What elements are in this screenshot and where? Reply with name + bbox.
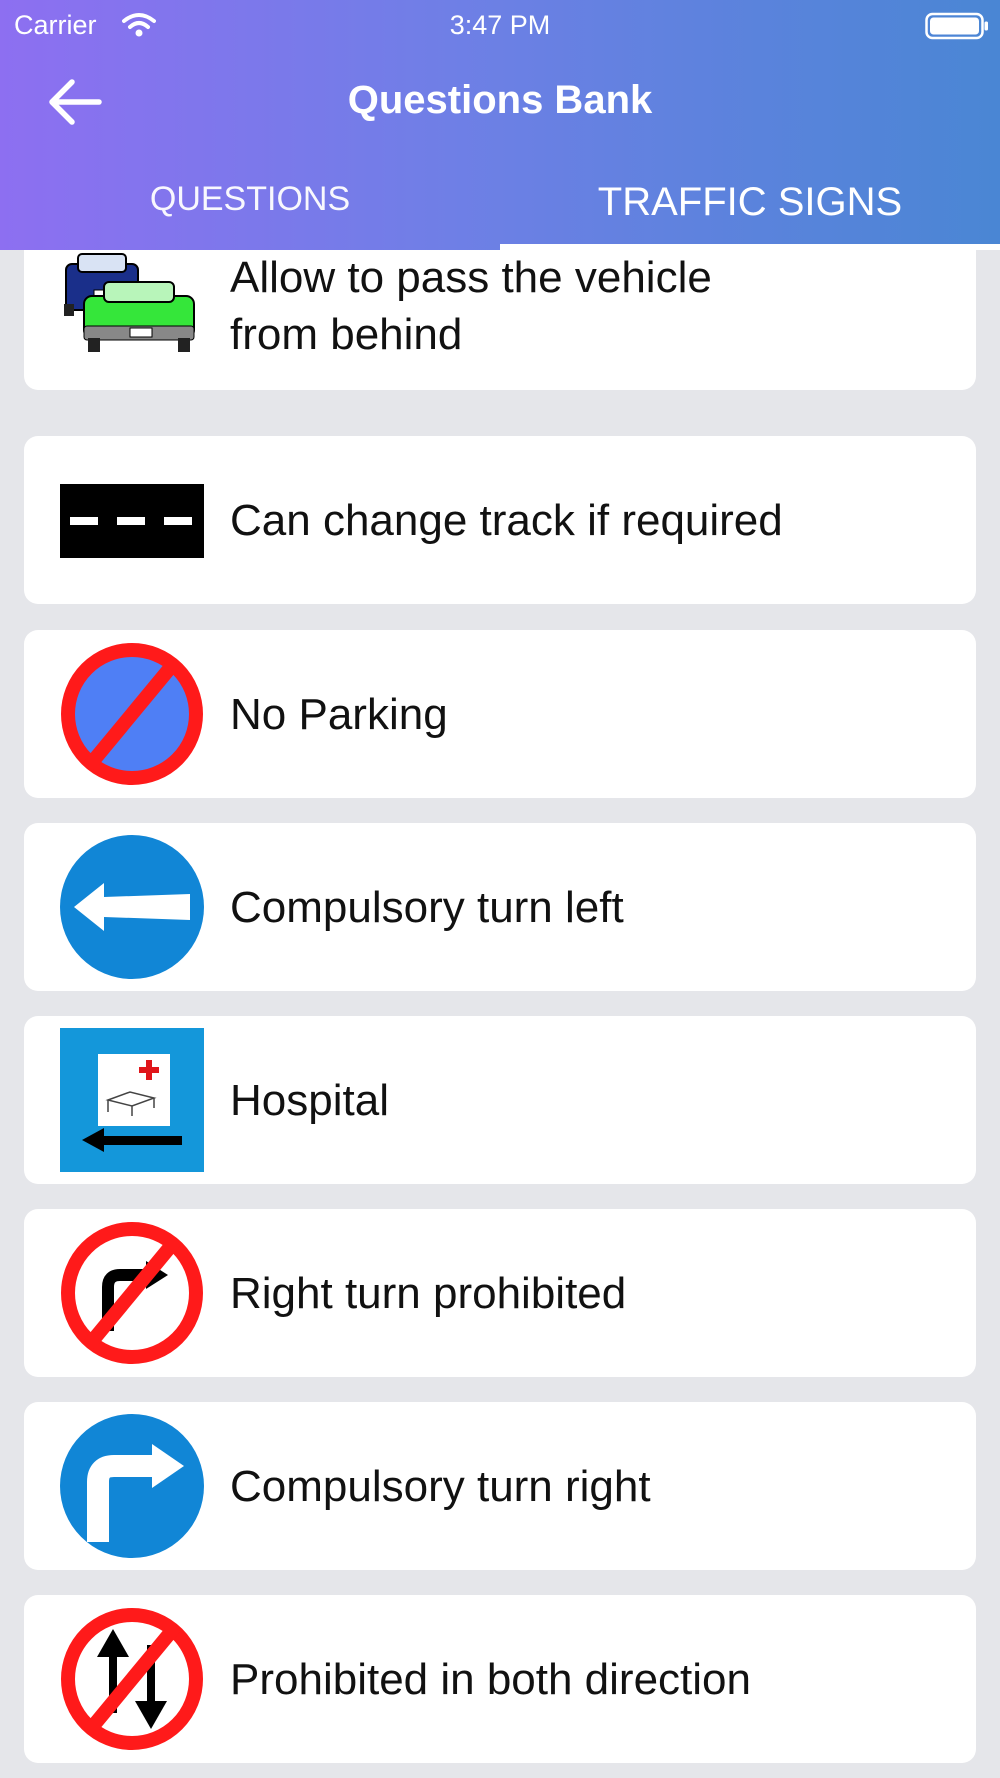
list-item-label: Right turn prohibited — [230, 1268, 627, 1318]
list-item-label: Hospital — [230, 1075, 389, 1125]
tab-traffic-signs-label: TRAFFIC SIGNS — [597, 180, 903, 224]
list-item-label: Allow to pass the vehicle from behind — [230, 253, 712, 359]
tab-bar: QUESTIONS TRAFFIC SIGNS — [0, 168, 1000, 250]
traffic-signs-list[interactable]: Allow to pass the vehicle from behind Ca… — [0, 250, 1000, 1778]
tab-questions-label: QUESTIONS — [149, 180, 351, 218]
tab-questions[interactable]: QUESTIONS — [0, 168, 500, 250]
list-item-label: No Parking — [230, 689, 448, 739]
app-header: Carrier 3:47 PM Questions Bank QUESTIONS… — [0, 0, 1000, 250]
status-bar: Carrier 3:47 PM — [0, 0, 1000, 50]
list-item[interactable]: No Parking — [24, 630, 976, 798]
broken-lane-line-icon — [60, 484, 204, 558]
compulsory-left-sign-icon — [60, 835, 204, 979]
status-time: 3:47 PM — [449, 10, 551, 40]
list-item-label: Can change track if required — [230, 495, 783, 545]
no-entry-both-directions-sign-icon — [61, 1608, 203, 1750]
list-item-label: Prohibited in both direction — [230, 1654, 751, 1704]
no-right-turn-sign-icon — [61, 1222, 203, 1364]
overtaking-cars-icon — [64, 253, 195, 352]
list-item[interactable]: Allow to pass the vehicle from behind — [24, 250, 976, 390]
hospital-sign-icon — [60, 1028, 204, 1172]
list-item[interactable]: Right turn prohibited — [24, 1209, 976, 1377]
list-item[interactable]: Hospital — [24, 1016, 976, 1184]
list-item-label: Compulsory turn right — [230, 1461, 651, 1511]
battery-icon — [925, 12, 988, 40]
tab-traffic-signs[interactable]: TRAFFIC SIGNS — [500, 168, 1000, 250]
list-item[interactable]: Compulsory turn left — [24, 823, 976, 991]
list-item-label: Compulsory turn left — [230, 882, 624, 932]
list-item[interactable]: Prohibited in both direction — [24, 1595, 976, 1763]
list-item[interactable]: Compulsory turn right — [24, 1402, 976, 1570]
no-parking-sign-icon — [61, 643, 203, 785]
page-title: Questions Bank — [347, 78, 653, 122]
compulsory-right-sign-icon — [60, 1414, 204, 1558]
list-item[interactable]: Can change track if required — [24, 436, 976, 604]
